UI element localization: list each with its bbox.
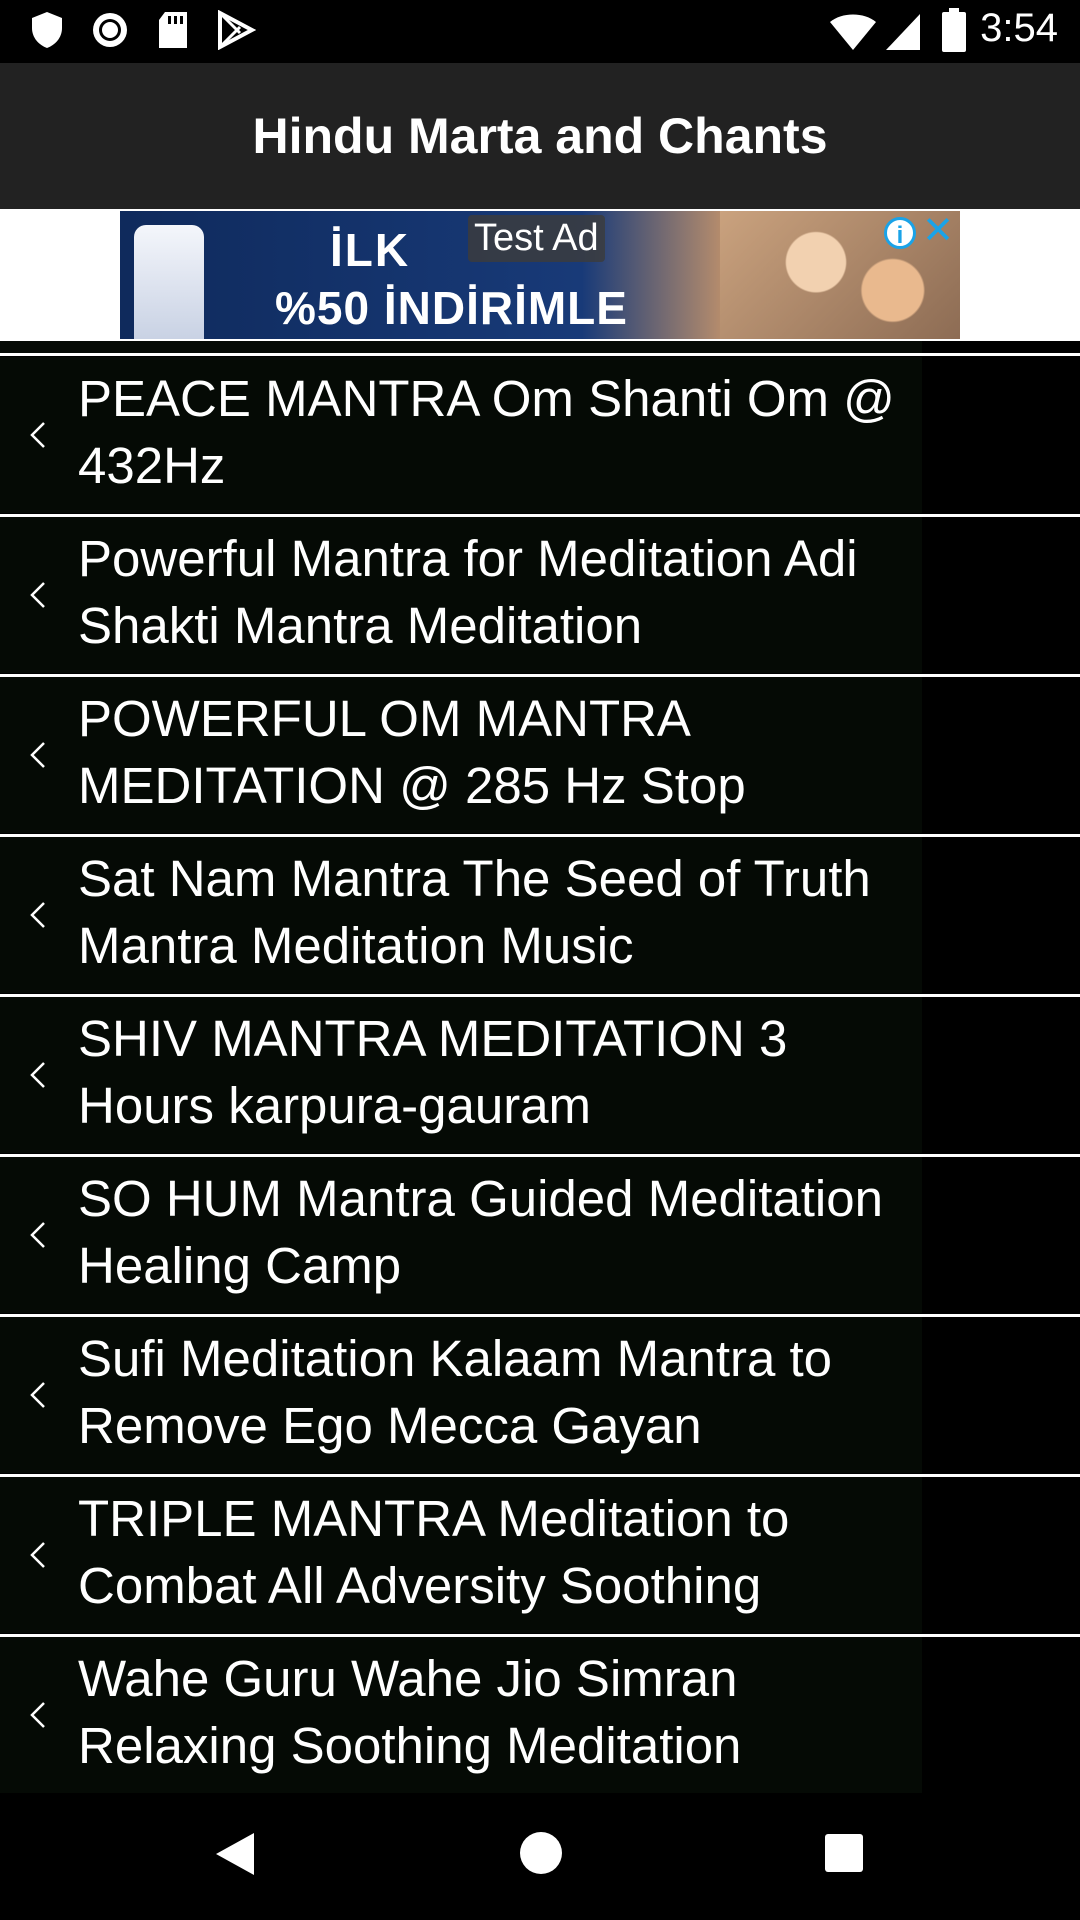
chevron-left-icon — [30, 902, 45, 928]
list-item-title: Powerful Mantra for Meditation Adi Shakt… — [78, 530, 858, 654]
wifi-icon — [830, 14, 876, 50]
list-item-body[interactable]: SO HUM Mantra Guided Meditation Healing … — [0, 1157, 922, 1313]
list-item-action-area — [922, 1477, 1080, 1633]
back-icon[interactable] — [214, 1831, 256, 1877]
battery-icon — [942, 8, 966, 52]
mantra-list[interactable]: PEACE MANTRA Om Shanti Om @ 432Hz Powerfu… — [0, 341, 1080, 1793]
list-item-body[interactable]: Wahe Guru Wahe Jio Simran Relaxing Sooth… — [0, 1637, 922, 1793]
list-item-action-area — [922, 1317, 1080, 1473]
chevron-left-icon — [30, 1702, 45, 1728]
status-time: 3:54 — [980, 6, 1058, 50]
list-item-title: POWERFUL OM MANTRA MEDITATION @ 285 Hz S… — [78, 690, 746, 814]
list-item-title: SO HUM Mantra Guided Meditation Healing … — [78, 1170, 883, 1294]
ad-close-icon[interactable]: ✕ — [920, 211, 956, 251]
ad-headline: İLK — [330, 224, 411, 276]
list-item-action-area — [922, 1637, 1080, 1793]
list-item-action-area — [922, 357, 1080, 513]
page-title: Hindu Marta and Chants — [252, 108, 828, 164]
chevron-left-icon — [30, 422, 45, 448]
list-item[interactable]: PEACE MANTRA Om Shanti Om @ 432Hz — [0, 357, 1080, 517]
chevron-left-icon — [30, 1382, 45, 1408]
home-icon[interactable] — [519, 1831, 563, 1875]
list-item[interactable]: Sat Nam Mantra The Seed of Truth Mantra … — [0, 837, 1080, 997]
recents-icon[interactable] — [824, 1833, 864, 1873]
record-icon — [93, 13, 127, 47]
shield-icon — [32, 12, 62, 48]
chevron-left-icon — [30, 742, 45, 768]
signal-icon — [886, 14, 920, 50]
chevron-left-icon — [30, 1062, 45, 1088]
list-item-title: PEACE MANTRA Om Shanti Om @ 432Hz — [78, 370, 895, 494]
list-item-title: Sat Nam Mantra The Seed of Truth Mantra … — [78, 850, 871, 974]
list-item-title: SHIV MANTRA MEDITATION 3 Hours karpura-g… — [78, 1010, 788, 1134]
list-item-action-area — [922, 997, 1080, 1153]
chevron-left-icon — [30, 1542, 45, 1568]
list-item-title: Wahe Guru Wahe Jio Simran Relaxing Sooth… — [78, 1650, 742, 1774]
chevron-left-icon — [30, 582, 45, 608]
list-item[interactable]: POWERFUL OM MANTRA MEDITATION @ 285 Hz S… — [0, 677, 1080, 837]
list-item[interactable]: SO HUM Mantra Guided Meditation Healing … — [0, 1157, 1080, 1317]
ad-banner[interactable]: İLK %50 İNDİRİMLE Test Ad i ✕ — [120, 211, 960, 339]
list-item-body[interactable]: Powerful Mantra for Meditation Adi Shakt… — [0, 517, 922, 673]
ad-subline: %50 İNDİRİMLE — [275, 282, 628, 334]
list-item-action-area — [922, 517, 1080, 673]
list-item-action-area — [922, 677, 1080, 833]
list-item[interactable]: Powerful Mantra for Meditation Adi Shakt… — [0, 517, 1080, 677]
list-item-action-area — [922, 1157, 1080, 1313]
list-item-body[interactable]: PEACE MANTRA Om Shanti Om @ 432Hz — [0, 357, 922, 513]
list-item[interactable]: Wahe Guru Wahe Jio Simran Relaxing Sooth… — [0, 1637, 1080, 1793]
app-bar: Hindu Marta and Chants — [0, 63, 1080, 209]
play-store-icon — [218, 10, 256, 50]
list-item-partial — [0, 341, 922, 353]
sd-card-icon — [159, 12, 187, 48]
list-item-body[interactable]: Sat Nam Mantra The Seed of Truth Mantra … — [0, 837, 922, 993]
list-divider — [0, 353, 1080, 356]
list-item-body[interactable]: POWERFUL OM MANTRA MEDITATION @ 285 Hz S… — [0, 677, 922, 833]
ad-strip: İLK %50 İNDİRİMLE Test Ad i ✕ — [0, 209, 1080, 341]
list-item-action-area — [922, 837, 1080, 993]
chevron-left-icon — [30, 1222, 45, 1248]
list-item[interactable]: Sufi Meditation Kalaam Mantra to Remove … — [0, 1317, 1080, 1477]
list-item[interactable]: TRIPLE MANTRA Meditation to Combat All A… — [0, 1477, 1080, 1637]
status-bar: 3:54 — [0, 0, 1080, 63]
list-item-body[interactable]: TRIPLE MANTRA Meditation to Combat All A… — [0, 1477, 922, 1633]
list-item-title: TRIPLE MANTRA Meditation to Combat All A… — [78, 1490, 790, 1614]
navigation-bar — [0, 1793, 1080, 1920]
list-item-title: Sufi Meditation Kalaam Mantra to Remove … — [78, 1330, 833, 1454]
list-item-body[interactable]: SHIV MANTRA MEDITATION 3 Hours karpura-g… — [0, 997, 922, 1153]
ad-info-icon[interactable]: i — [884, 217, 916, 249]
list-item-body[interactable]: Sufi Meditation Kalaam Mantra to Remove … — [0, 1317, 922, 1473]
ad-product-image — [134, 225, 204, 339]
ad-test-label: Test Ad — [468, 215, 605, 262]
list-item[interactable]: SHIV MANTRA MEDITATION 3 Hours karpura-g… — [0, 997, 1080, 1157]
